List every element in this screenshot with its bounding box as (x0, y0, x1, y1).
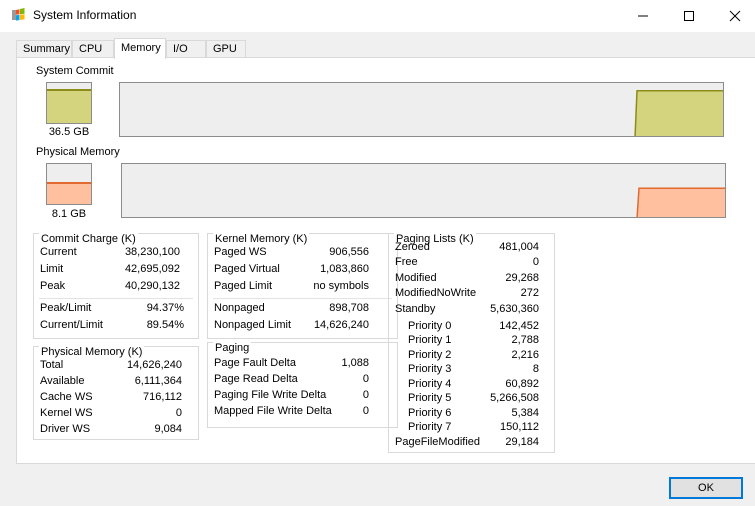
physical-memory-meter-fill (47, 181, 91, 204)
commit-charge-group: Commit Charge (K) Current 38,230,100 Limi… (33, 233, 199, 339)
tab-gpu[interactable]: GPU (206, 40, 246, 58)
paging-lists-group: Paging Lists (K) Zeroed 481,004 Free 0 Mod… (388, 233, 555, 453)
graph-area (635, 90, 723, 136)
ok-button[interactable]: OK (669, 477, 743, 499)
list-item: Page Read Delta 0 (214, 373, 369, 385)
list-item: Zeroed 481,004 (395, 241, 539, 253)
list-item: Free 0 (395, 256, 539, 268)
memory-panel: System Commit 36.5 GB Physical Memory 8.… (16, 57, 755, 464)
system-commit-value: 36.5 GB (48, 126, 90, 138)
system-commit-meter-fill (47, 88, 91, 123)
list-item: Paged WS 906,556 (214, 246, 369, 258)
list-item: Available 6,111,364 (40, 375, 182, 387)
kernel-memory-group: Kernel Memory (K) Paged WS 906,556 Paged … (207, 233, 398, 339)
list-item: Current/Limit 89.54% (40, 319, 184, 331)
list-item: Nonpaged 898,708 (214, 302, 369, 314)
windows-flag-icon (12, 8, 25, 21)
tab-io[interactable]: I/O (166, 40, 206, 58)
physical-memory-value: 8.1 GB (51, 208, 87, 220)
list-item: Paging File Write Delta 0 (214, 389, 369, 401)
list-item: Cache WS 716,112 (40, 391, 182, 403)
list-item: Priority 1 2,788 (408, 334, 539, 346)
list-item: ModifiedNoWrite 272 (395, 287, 539, 299)
list-item: Paged Limit no symbols (214, 280, 369, 292)
maximize-icon (684, 11, 694, 21)
physical-memory-graph-plot (636, 187, 725, 217)
list-item: Limit 42,695,092 (40, 263, 180, 275)
system-commit-meter (46, 82, 92, 124)
list-item: Priority 7 150,112 (408, 421, 539, 433)
paging-group: Paging Page Fault Delta 1,088 Page Read D… (207, 342, 398, 428)
physical-memory-label: Physical Memory (36, 146, 120, 158)
list-item: Paged Virtual 1,083,860 (214, 263, 369, 275)
minimize-button[interactable] (620, 0, 666, 32)
list-item: Priority 38 (408, 363, 539, 375)
list-item: Driver WS 9,084 (40, 423, 182, 435)
list-item: Modified 29,268 (395, 272, 539, 284)
list-item: Standby 5,630,360 (395, 303, 539, 315)
list-item: Priority 0 142,452 (408, 320, 539, 332)
close-icon (729, 10, 741, 22)
list-item: Current 38,230,100 (40, 246, 180, 258)
tab-summary[interactable]: Summary (16, 40, 72, 58)
minimize-icon (638, 15, 648, 17)
physical-memory-title: Physical Memory (K) (39, 346, 145, 358)
list-item: Nonpaged Limit 14,626,240 (214, 319, 369, 331)
tab-cpu[interactable]: CPU (72, 40, 114, 58)
physical-memory-graph (121, 163, 726, 218)
title-bar[interactable]: System Information (0, 0, 755, 32)
paging-title: Paging (213, 342, 252, 354)
list-item: Priority 5 5,266,508 (408, 392, 539, 404)
list-item: PageFileModified 29,184 (395, 436, 539, 448)
system-commit-graph-plot (634, 89, 723, 136)
list-item: Peak/Limit 94.37% (40, 302, 184, 314)
commit-charge-title: Commit Charge (K) (39, 233, 138, 245)
physical-memory-meter (46, 163, 92, 205)
list-item: Page Fault Delta 1,088 (214, 357, 369, 369)
list-item: Priority 2 2,216 (408, 349, 539, 361)
physical-memory-group: Physical Memory (K) Total 14,626,240 Avai… (33, 346, 199, 440)
close-button[interactable] (712, 0, 755, 32)
tab-memory[interactable]: Memory (114, 38, 166, 59)
list-item: Kernel WS 0 (40, 407, 182, 419)
list-item: Peak 40,290,132 (40, 280, 180, 292)
kernel-memory-title: Kernel Memory (K) (213, 233, 310, 245)
divider (213, 298, 392, 299)
divider (39, 298, 193, 299)
maximize-button[interactable] (666, 0, 712, 32)
window-title: System Information (33, 8, 137, 22)
list-item: Mapped File Write Delta 0 (214, 405, 369, 417)
list-item: Priority 6 5,384 (408, 407, 539, 419)
list-item: Priority 4 60,892 (408, 378, 539, 390)
system-commit-graph (119, 82, 724, 137)
graph-area (637, 188, 725, 217)
list-item: Total 14,626,240 (40, 359, 182, 371)
system-commit-label: System Commit (36, 65, 114, 77)
